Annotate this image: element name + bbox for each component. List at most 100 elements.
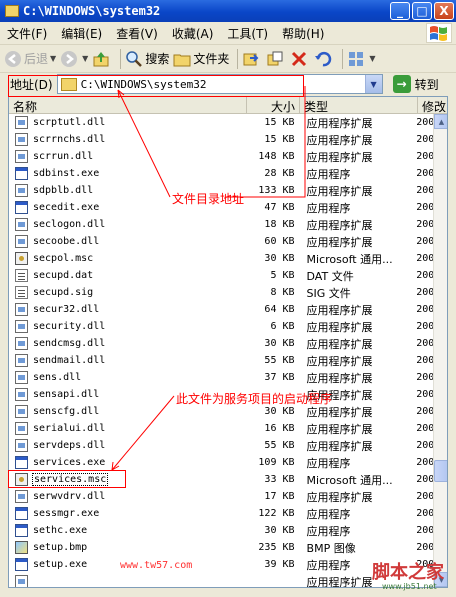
maximize-button[interactable]: □ — [412, 2, 432, 20]
column-size[interactable]: 大小 — [247, 97, 300, 114]
file-name[interactable]: secur32.dll — [32, 304, 100, 315]
file-row[interactable]: secupd.sig 8 KB SIG 文件 2007 — [9, 284, 433, 301]
file-name-cell[interactable]: serialui.dll — [9, 422, 244, 435]
file-name-cell[interactable]: secupd.sig — [9, 286, 244, 299]
file-row[interactable]: scrrun.dll 148 KB 应用程序扩展 2007 — [9, 148, 433, 165]
file-row[interactable]: secpol.msc 30 KB Microsoft 通用... 2007 — [9, 250, 433, 267]
minimize-button[interactable]: _ — [390, 2, 410, 20]
file-name[interactable]: sdbinst.exe — [32, 168, 100, 179]
file-name[interactable]: serialui.dll — [32, 423, 106, 434]
up-folder-button[interactable] — [92, 50, 112, 68]
file-row[interactable]: servdeps.dll 55 KB 应用程序扩展 2007 — [9, 437, 433, 454]
file-row[interactable]: scrrnchs.dll 15 KB 应用程序扩展 2007 — [9, 131, 433, 148]
file-row[interactable]: services.exe 109 KB 应用程序 2007 — [9, 454, 433, 471]
menu-favorites[interactable]: 收藏(A) — [165, 25, 221, 42]
file-name-cell[interactable]: seclogon.dll — [9, 218, 244, 231]
file-name-cell[interactable]: setup.bmp — [9, 541, 244, 554]
file-name-cell[interactable]: scrrnchs.dll — [9, 133, 244, 146]
file-list[interactable]: 名称 大小 类型 修改 scrptutl.dll15 KB应用程序扩展2007s… — [8, 96, 448, 588]
file-row[interactable]: sdbinst.exe 28 KB 应用程序 2007 — [9, 165, 433, 182]
column-type[interactable]: 类型 — [300, 97, 418, 114]
folders-button[interactable]: 文件夹 — [173, 50, 229, 68]
file-name-cell[interactable]: scrptutl.dll — [9, 116, 244, 129]
back-dropdown-icon[interactable]: ▼ — [50, 54, 56, 63]
file-name-cell[interactable]: sdbinst.exe — [9, 167, 244, 180]
menu-help[interactable]: 帮助(H) — [275, 25, 331, 42]
forward-dropdown-icon[interactable]: ▼ — [82, 54, 88, 63]
undo-button[interactable] — [314, 50, 334, 68]
menu-tools[interactable]: 工具(T) — [220, 25, 275, 42]
file-row[interactable]: sendcmsg.dll 30 KB 应用程序扩展 2007 — [9, 335, 433, 352]
close-button[interactable]: X — [434, 2, 454, 20]
forward-button[interactable]: ▼ — [60, 50, 88, 68]
file-name-cell[interactable]: secpol.msc — [9, 252, 244, 265]
vertical-scrollbar[interactable]: ▲ ▼ — [433, 114, 447, 587]
file-row[interactable]: sens.dll 37 KB 应用程序扩展 2007 — [9, 369, 433, 386]
file-name-cell[interactable]: scrrun.dll — [9, 150, 244, 163]
file-name-cell[interactable] — [9, 575, 244, 587]
file-name[interactable]: sendcmsg.dll — [32, 338, 106, 349]
menu-edit[interactable]: 编辑(E) — [54, 25, 109, 42]
file-row[interactable]: serialui.dll 16 KB 应用程序扩展 2007 — [9, 420, 433, 437]
file-name-cell[interactable]: sendmail.dll — [9, 354, 244, 367]
file-row[interactable]: serwvdrv.dll 17 KB 应用程序扩展 2007 — [9, 488, 433, 505]
file-row[interactable]: scrptutl.dll 15 KB 应用程序扩展 2007 — [9, 114, 433, 131]
file-name[interactable]: sendmail.dll — [32, 355, 106, 366]
file-row[interactable]: secur32.dll 64 KB 应用程序扩展 2007 — [9, 301, 433, 318]
file-row[interactable]: security.dll 6 KB 应用程序扩展 2007 — [9, 318, 433, 335]
file-name[interactable]: setup.exe — [32, 559, 88, 570]
file-name[interactable]: setup.bmp — [32, 542, 88, 553]
file-name[interactable]: servdeps.dll — [32, 440, 106, 451]
move-to-button[interactable] — [242, 50, 262, 68]
file-name-cell[interactable]: sens.dll — [9, 371, 244, 384]
menu-view[interactable]: 查看(V) — [109, 25, 165, 42]
title-bar[interactable]: C:\WINDOWS\system32 _ □ X — [0, 0, 456, 22]
file-name[interactable]: sessmgr.exe — [32, 508, 100, 519]
file-name-cell[interactable]: secur32.dll — [9, 303, 244, 316]
back-button[interactable]: 后退 ▼ — [4, 50, 56, 68]
file-name[interactable]: scrptutl.dll — [32, 117, 106, 128]
views-dropdown-icon[interactable]: ▼ — [369, 54, 375, 63]
file-name[interactable]: security.dll — [32, 321, 106, 332]
file-name[interactable]: sens.dll — [32, 372, 82, 383]
file-row[interactable]: sendmail.dll 55 KB 应用程序扩展 2007 — [9, 352, 433, 369]
file-name-cell[interactable]: sethc.exe — [9, 524, 244, 537]
file-name-cell[interactable]: services.exe — [9, 456, 244, 469]
file-row[interactable]: sethc.exe 30 KB 应用程序 2007 — [9, 522, 433, 539]
file-row[interactable]: sessmgr.exe 122 KB 应用程序 2007 — [9, 505, 433, 522]
file-row[interactable]: 应用程序扩展 — [9, 573, 433, 587]
menu-file[interactable]: 文件(F) — [0, 25, 54, 42]
column-name[interactable]: 名称 — [9, 97, 247, 114]
file-name-cell[interactable]: secupd.dat — [9, 269, 244, 282]
file-name[interactable]: sethc.exe — [32, 525, 88, 536]
file-name-cell[interactable]: sessmgr.exe — [9, 507, 244, 520]
file-name[interactable]: secedit.exe — [32, 202, 100, 213]
file-name[interactable]: secpol.msc — [32, 253, 94, 264]
go-button[interactable]: → 转到 — [392, 75, 439, 93]
file-name[interactable]: services.exe — [32, 457, 106, 468]
file-name-cell[interactable]: security.dll — [9, 320, 244, 333]
file-name[interactable]: serwvdrv.dll — [32, 491, 106, 502]
views-button[interactable]: ▼ — [347, 50, 376, 68]
file-name[interactable]: sensapi.dll — [32, 389, 100, 400]
file-name[interactable]: secupd.sig — [32, 287, 94, 298]
file-name-cell[interactable]: serwvdrv.dll — [9, 490, 244, 503]
address-dropdown-icon[interactable]: ▼ — [364, 75, 382, 93]
file-row[interactable]: seclogon.dll 18 KB 应用程序扩展 2007 — [9, 216, 433, 233]
file-name[interactable]: scrrnchs.dll — [32, 134, 106, 145]
search-button[interactable]: 搜索 — [125, 50, 169, 68]
file-name[interactable]: secupd.dat — [32, 270, 94, 281]
file-row[interactable]: secoobe.dll 60 KB 应用程序扩展 2007 — [9, 233, 433, 250]
delete-button[interactable] — [290, 50, 310, 68]
scroll-up-icon[interactable]: ▲ — [434, 114, 447, 129]
file-row[interactable]: secupd.dat 5 KB DAT 文件 2007 — [9, 267, 433, 284]
file-name-cell[interactable]: sendcmsg.dll — [9, 337, 244, 350]
file-name-cell[interactable]: secoobe.dll — [9, 235, 244, 248]
file-name[interactable]: scrrun.dll — [32, 151, 94, 162]
file-row[interactable]: setup.bmp 235 KB BMP 图像 2007 — [9, 539, 433, 556]
column-modified[interactable]: 修改 — [418, 97, 447, 114]
file-name-cell[interactable]: servdeps.dll — [9, 439, 244, 452]
scroll-thumb[interactable] — [434, 460, 447, 482]
file-name[interactable]: sdpblb.dll — [32, 185, 94, 196]
file-name[interactable]: seclogon.dll — [32, 219, 106, 230]
